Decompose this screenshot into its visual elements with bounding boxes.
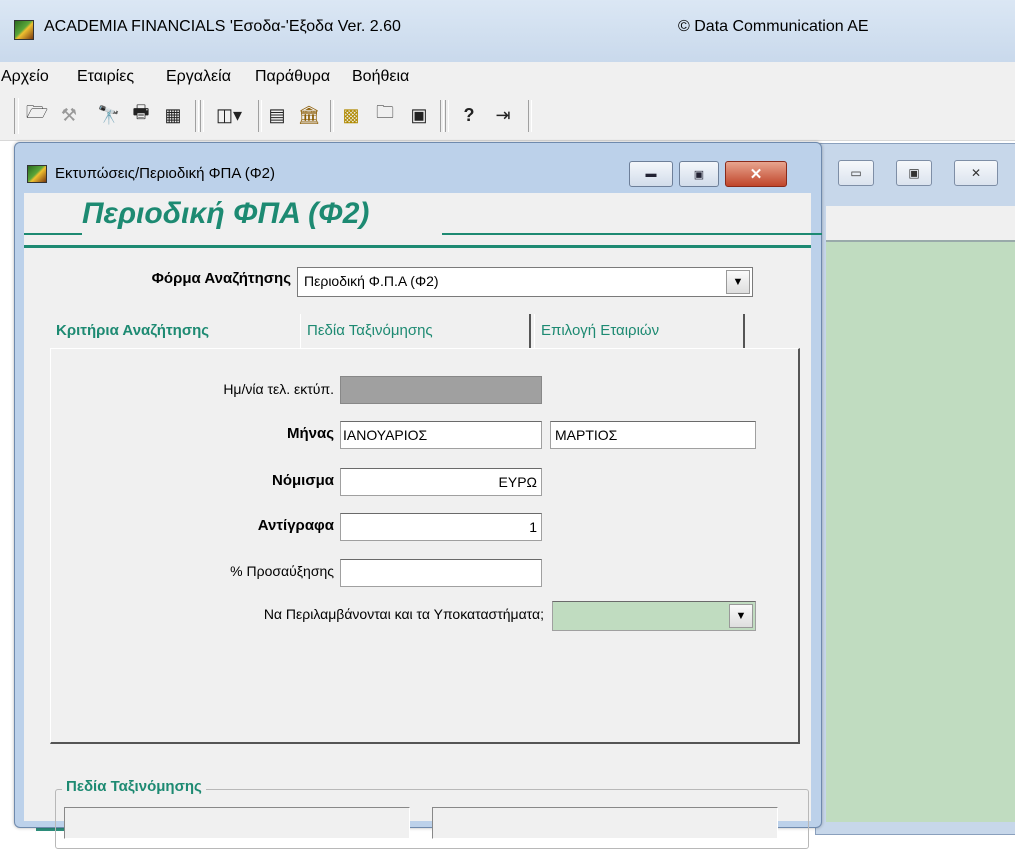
sort-fields-group-title: Πεδία Ταξινόμησης	[62, 778, 206, 795]
app-copyright: © Data Communication AE	[678, 18, 869, 35]
sort-field-2[interactable]	[432, 807, 778, 839]
menu-windows[interactable]: Παράθυρα	[255, 68, 330, 86]
folder-icon[interactable]: 🗀	[372, 102, 398, 128]
chart-icon[interactable]: ▩	[338, 102, 364, 128]
toolbar-separator	[440, 100, 444, 132]
app-logo-icon	[14, 20, 34, 40]
menu-file[interactable]: Αρχείο	[1, 68, 49, 86]
print-date-label: Ημ/νία τελ. εκτύπ.	[223, 381, 334, 397]
search-criteria-panel	[50, 348, 800, 744]
close-icon[interactable]: ✕	[725, 161, 787, 187]
background-window: ▭ ▣ ✕	[815, 143, 1015, 835]
app-window: ACADEMIA FINANCIALS 'Εσοδα-'Εξοδα Ver. 2…	[0, 0, 1015, 849]
currency-label: Νόμισμα	[272, 472, 334, 489]
binoculars-icon[interactable]: 🔭	[96, 102, 122, 128]
exit-door-icon[interactable]: ⇥	[490, 102, 516, 128]
title-bar: ACADEMIA FINANCIALS 'Εσοδα-'Εξοδα Ver. 2…	[0, 0, 1015, 63]
background-window-strip	[826, 206, 1015, 242]
month-label: Μήνας	[286, 425, 334, 442]
copies-value: 1	[529, 519, 537, 535]
copies-field[interactable]: 1	[340, 513, 542, 541]
month-to-value: ΜΑΡΤΙΟΣ	[555, 427, 618, 443]
search-form-select[interactable]: Περιοδική Φ.Π.Α (Φ2) ▼	[297, 267, 753, 297]
toolbar: 🗁 ⚒ 🔭 🖶 ▦ ◫▾ ▤ 🏛 ▩ 🗀 ▣ ? ⇥	[0, 92, 1015, 141]
currency-value: ΕΥΡΩ	[498, 474, 537, 490]
bank-icon[interactable]: 🏛	[296, 102, 322, 128]
tab-label: Κριτήρια Αναζήτησης	[56, 322, 210, 339]
toolbar-separator	[330, 100, 334, 132]
tab-sort-fields[interactable]: Πεδία Ταξινόμησης	[300, 314, 531, 348]
toolbar-separator	[258, 100, 262, 132]
currency-field[interactable]: ΕΥΡΩ	[340, 468, 542, 496]
chevron-down-icon[interactable]: ▼	[726, 270, 750, 294]
menu-help[interactable]: Βοήθεια	[352, 68, 409, 86]
branches-select[interactable]: ▼	[552, 601, 756, 631]
open-folder-icon[interactable]: 🗁	[24, 102, 50, 128]
printer-icon[interactable]: 🖶	[128, 102, 154, 128]
minimize-icon[interactable]: ▭	[838, 160, 874, 186]
toolbar-separator	[200, 100, 204, 132]
chevron-down-icon[interactable]: ▼	[729, 604, 753, 628]
month-from-field[interactable]: ΙΑΝΟΥΑΡΙΟΣ	[340, 421, 542, 449]
tab-label: Πεδία Ταξινόμησης	[307, 322, 433, 339]
sort-field-1[interactable]	[64, 807, 410, 839]
surcharge-label: % Προσαύξησης	[230, 563, 334, 579]
heading-underline	[442, 233, 822, 235]
menu-tools[interactable]: Εργαλεία	[166, 68, 231, 86]
surcharge-field[interactable]	[340, 559, 542, 587]
maximize-icon[interactable]: ▣	[896, 160, 932, 186]
heading-underline	[24, 233, 82, 235]
maximize-icon[interactable]: ▣	[679, 161, 719, 187]
calculator-icon[interactable]: ▦	[160, 102, 186, 128]
heading-divider	[24, 245, 811, 248]
page-title: Περιοδική ΦΠΑ (Φ2)	[82, 197, 370, 230]
dialog-client-area: Περιοδική ΦΠΑ (Φ2) Φόρμα Αναζήτησης Περι…	[24, 193, 822, 849]
dialog-title: Εκτυπώσεις/Περιοδική ΦΠΑ (Φ2)	[55, 165, 276, 182]
columns-dropdown-icon[interactable]: ◫▾	[208, 102, 250, 128]
report-icon[interactable]: ▤	[264, 102, 290, 128]
tab-label: Επιλογή Εταιριών	[541, 322, 660, 339]
background-window-content	[826, 242, 1015, 822]
month-from-value: ΙΑΝΟΥΑΡΙΟΣ	[343, 427, 428, 443]
toolbar-separator	[528, 100, 532, 132]
toolbar-separator	[445, 100, 449, 132]
tab-company-selection[interactable]: Επιλογή Εταιριών	[534, 314, 745, 348]
app-title: ACADEMIA FINANCIALS 'Εσοδα-'Εξοδα Ver. 2…	[44, 18, 401, 35]
toolbar-grip[interactable]	[14, 98, 19, 134]
monitor-icon[interactable]: ▣	[406, 102, 432, 128]
tools-icon[interactable]: ⚒	[56, 102, 82, 128]
month-to-field[interactable]: ΜΑΡΤΙΟΣ	[550, 421, 756, 449]
dialog-app-icon	[27, 165, 47, 183]
vat-print-dialog: Εκτυπώσεις/Περιοδική ΦΠΑ (Φ2) ▬ ▣ ✕ Περι…	[14, 142, 822, 849]
branches-label: Να Περιλαμβάνονται και τα Υποκαταστήματα…	[263, 606, 544, 622]
close-icon[interactable]: ✕	[954, 160, 998, 186]
menu-bar: Αρχείο Εταιρίες Εργαλεία Παράθυρα Βοήθει…	[0, 62, 1015, 92]
help-icon[interactable]: ?	[456, 102, 482, 128]
minimize-icon[interactable]: ▬	[629, 161, 673, 187]
tab-search-criteria[interactable]: Κριτήρια Αναζήτησης	[50, 314, 296, 348]
print-date-field	[340, 376, 542, 404]
search-form-value: Περιοδική Φ.Π.Α (Φ2)	[304, 273, 439, 289]
copies-label: Αντίγραφα	[257, 517, 334, 534]
search-form-label: Φόρμα Αναζήτησης	[151, 270, 291, 287]
toolbar-separator	[195, 100, 199, 132]
menu-companies[interactable]: Εταιρίες	[77, 68, 134, 86]
